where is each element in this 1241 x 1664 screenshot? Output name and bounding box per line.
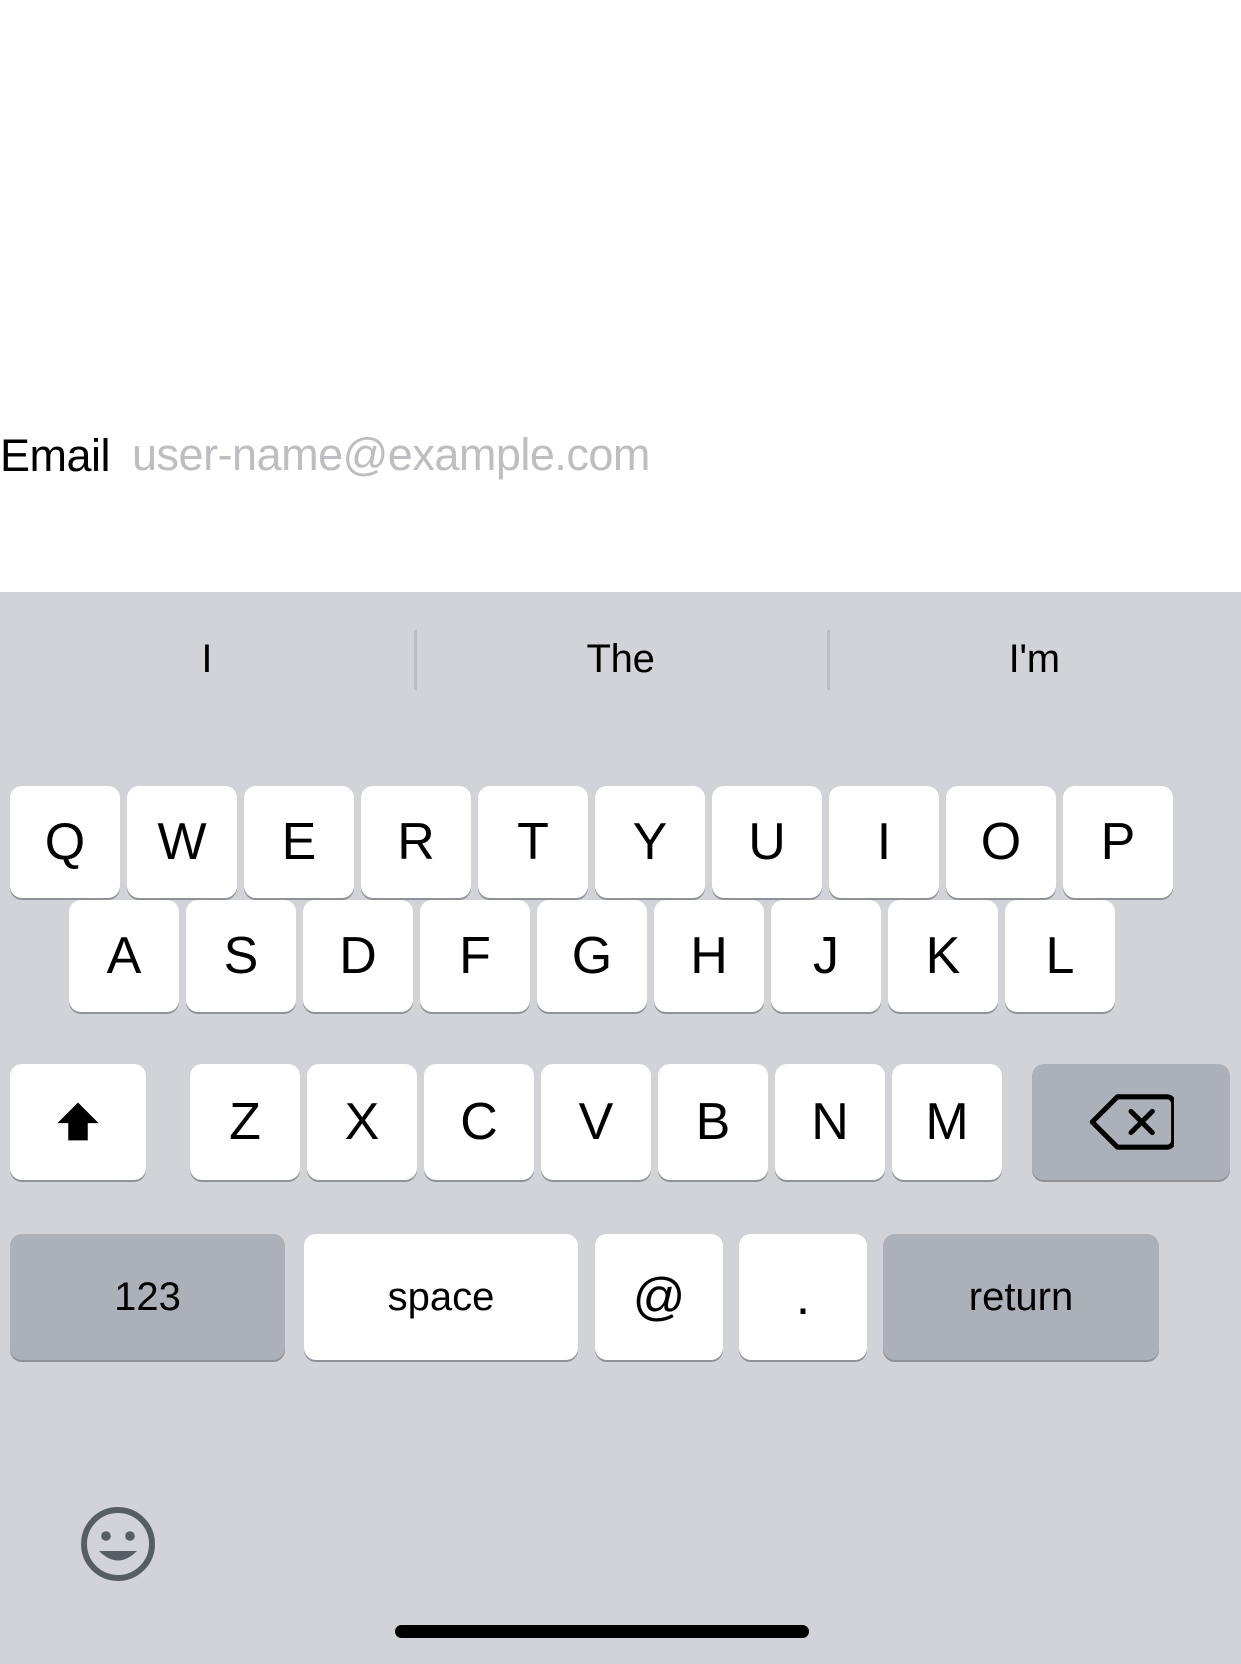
key-g[interactable]: G xyxy=(537,900,647,1012)
key-x[interactable]: X xyxy=(307,1064,417,1180)
prediction-candidate-2[interactable]: The xyxy=(413,614,828,704)
key-t[interactable]: T xyxy=(478,786,588,898)
keyboard-row-1: Q W E R T Y U I O P xyxy=(0,786,1241,898)
key-w[interactable]: W xyxy=(127,786,237,898)
prediction-candidate-3[interactable]: I'm xyxy=(827,614,1241,704)
key-n[interactable]: N xyxy=(775,1064,885,1180)
key-f[interactable]: F xyxy=(420,900,530,1012)
key-b[interactable]: B xyxy=(658,1064,768,1180)
key-r[interactable]: R xyxy=(361,786,471,898)
key-c[interactable]: C xyxy=(424,1064,534,1180)
emoji-icon xyxy=(78,1504,158,1584)
key-s[interactable]: S xyxy=(186,900,296,1012)
key-d[interactable]: D xyxy=(303,900,413,1012)
backspace-icon xyxy=(1088,1091,1174,1153)
at-key[interactable]: @ xyxy=(595,1234,723,1360)
keyboard-row-3: Z X C V B N M xyxy=(0,1064,1241,1180)
key-h[interactable]: H xyxy=(654,900,764,1012)
shift-key[interactable] xyxy=(10,1064,146,1180)
space-key[interactable]: space xyxy=(304,1234,578,1360)
key-m[interactable]: M xyxy=(892,1064,1002,1180)
prediction-bar: I The I'm xyxy=(0,614,1241,704)
key-u[interactable]: U xyxy=(712,786,822,898)
on-screen-keyboard: I The I'm Q W E R T Y U I O P A S D F G … xyxy=(0,592,1241,1664)
keyboard-row-2: A S D F G H J K L xyxy=(0,900,1241,1012)
key-o[interactable]: O xyxy=(946,786,1056,898)
shift-icon xyxy=(52,1096,104,1148)
return-key[interactable]: return xyxy=(883,1234,1159,1360)
email-input[interactable] xyxy=(132,429,953,481)
key-p[interactable]: P xyxy=(1063,786,1173,898)
key-e[interactable]: E xyxy=(244,786,354,898)
key-z[interactable]: Z xyxy=(190,1064,300,1180)
keyboard-row-4: 123 space @ . return xyxy=(0,1234,1241,1360)
content-area: Email xyxy=(0,0,1241,592)
emoji-key[interactable] xyxy=(78,1504,158,1584)
numeric-switch-key[interactable]: 123 xyxy=(10,1234,285,1360)
period-key[interactable]: . xyxy=(739,1234,867,1360)
key-y[interactable]: Y xyxy=(595,786,705,898)
prediction-candidate-1[interactable]: I xyxy=(0,614,414,704)
email-label: Email xyxy=(0,429,111,481)
email-field-row: Email xyxy=(0,420,1241,490)
key-i[interactable]: I xyxy=(829,786,939,898)
backspace-key[interactable] xyxy=(1032,1064,1230,1180)
home-indicator xyxy=(395,1625,809,1638)
key-a[interactable]: A xyxy=(69,900,179,1012)
key-k[interactable]: K xyxy=(888,900,998,1012)
key-j[interactable]: J xyxy=(771,900,881,1012)
key-q[interactable]: Q xyxy=(10,786,120,898)
key-l[interactable]: L xyxy=(1005,900,1115,1012)
key-v[interactable]: V xyxy=(541,1064,651,1180)
